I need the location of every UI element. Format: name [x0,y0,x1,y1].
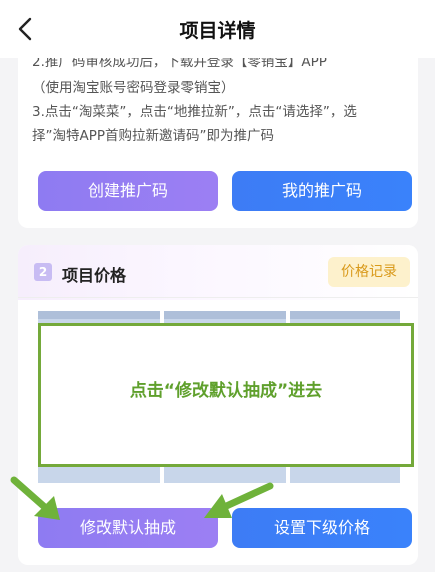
instructions-card: 2.推广码审核成功后，下载并登录【零销宝】APP （使用淘宝账号密码登录零销宝）… [18,30,418,228]
annotation-callout: 点击“修改默认抽成”进去 [38,323,414,467]
header-bar: 项目详情 [0,0,435,58]
my-code-button[interactable]: 我的推广码 [232,171,412,211]
section-title: 项目价格 [62,266,127,285]
annotation-text: 点击“修改默认抽成”进去 [129,381,323,401]
instruction-line: 3.点击“淘菜菜”，点击“地推拉新”，点击“请选择”，选 [32,104,357,120]
divider [18,297,418,298]
arrow-icon [10,476,60,520]
instruction-line: 择”淘特APP首购拉新邀请码”即为推广码 [32,128,275,144]
arrow-icon [204,482,274,518]
instruction-line: （使用淘宝账号密码登录零销宝） [32,80,235,96]
page-title: 项目详情 [179,20,256,42]
price-record-button[interactable]: 价格记录 [328,257,410,287]
section-number-badge: 2 [34,263,52,281]
create-code-button[interactable]: 创建推广码 [38,171,218,211]
